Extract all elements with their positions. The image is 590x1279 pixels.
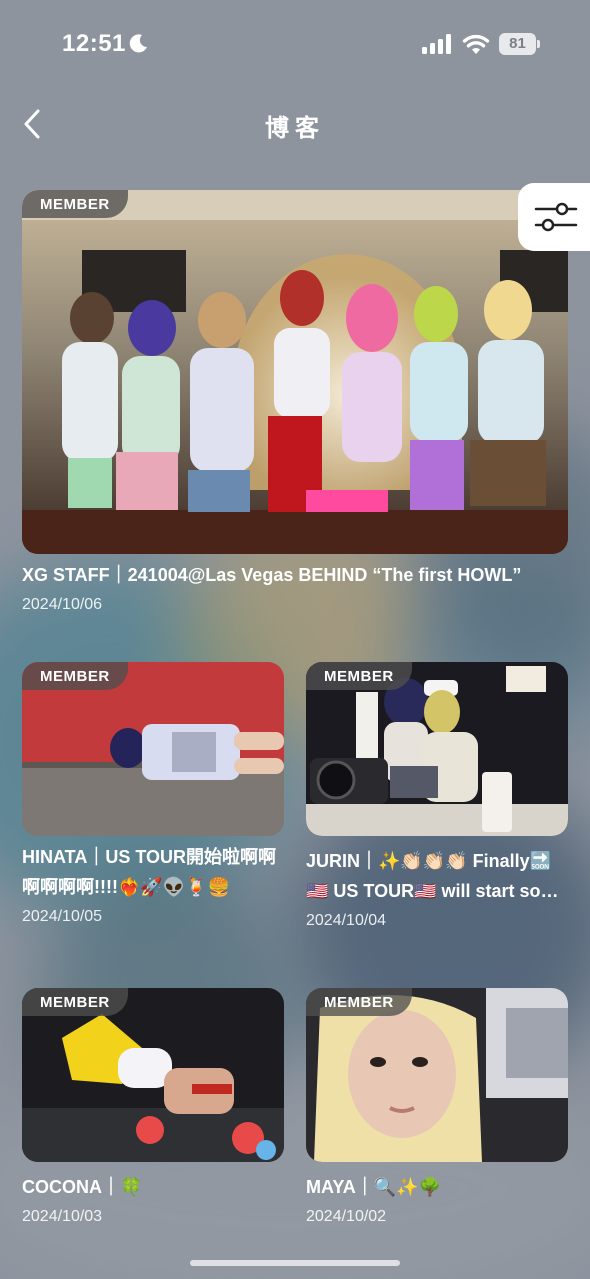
member-badge: MEMBER bbox=[306, 662, 412, 690]
cellular-signal-icon bbox=[422, 34, 451, 54]
post-date: 2024/10/06 bbox=[22, 596, 103, 613]
moon-icon bbox=[129, 34, 147, 53]
post-photo: MEMBER bbox=[306, 988, 568, 1162]
member-badge: MEMBER bbox=[22, 662, 128, 690]
member-badge: MEMBER bbox=[22, 988, 128, 1016]
member-badge: MEMBER bbox=[22, 190, 128, 218]
home-indicator bbox=[190, 1260, 400, 1266]
post-photo: MEMBER bbox=[22, 662, 284, 836]
blog-post-card[interactable]: MEMBER XG STAFF｜241004@Las Vegas BEHIND … bbox=[22, 190, 568, 620]
post-title: COCONA｜🍀 bbox=[22, 1177, 143, 1197]
blog-post-card[interactable]: MEMBER MAYA｜🔍✨🌳 2024/10/02 bbox=[306, 988, 568, 1228]
post-title-line2: 啊啊啊啊!!!!❤️‍🔥🚀👽🍹🍔 bbox=[22, 877, 231, 897]
status-time: 12:51 bbox=[62, 30, 126, 57]
member-badge: MEMBER bbox=[306, 988, 412, 1016]
post-title-line2: 🇺🇸 US TOUR🇺🇸 will start soon... bbox=[306, 881, 568, 901]
post-photo: MEMBER bbox=[22, 988, 284, 1162]
post-photo: MEMBER bbox=[306, 662, 568, 836]
status-bar: 12:51 81 bbox=[0, 0, 590, 90]
blog-post-card[interactable]: MEMBER JURIN｜✨👏🏻👏🏻👏🏻 Finally🔜 🇺🇸 US TOUR… bbox=[306, 662, 568, 942]
post-title: XG STAFF｜241004@Las Vegas BEHIND “The fi… bbox=[22, 565, 522, 585]
sliders-icon bbox=[534, 202, 578, 232]
blog-post-card[interactable]: MEMBER COCONA｜🍀 2024/10/03 bbox=[22, 988, 284, 1228]
battery-indicator: 81 bbox=[499, 33, 541, 55]
post-title: MAYA｜🔍✨🌳 bbox=[306, 1177, 441, 1197]
page-title: 博客 bbox=[265, 115, 325, 142]
post-date: 2024/10/03 bbox=[22, 1208, 103, 1225]
post-date: 2024/10/02 bbox=[306, 1208, 387, 1225]
post-title-line1: HINATA｜US TOUR開始啦啊啊 bbox=[22, 847, 276, 867]
post-date: 2024/10/05 bbox=[22, 908, 103, 925]
wifi-icon bbox=[462, 34, 490, 54]
filter-button[interactable] bbox=[518, 183, 590, 251]
battery-level: 81 bbox=[499, 33, 536, 55]
post-date: 2024/10/04 bbox=[306, 912, 387, 929]
blog-post-card[interactable]: MEMBER HINATA｜US TOUR開始啦啊啊 啊啊啊啊!!!!❤️‍🔥🚀… bbox=[22, 662, 284, 932]
post-title-line1: JURIN｜✨👏🏻👏🏻👏🏻 Finally🔜 bbox=[306, 851, 553, 871]
post-photo: MEMBER bbox=[22, 190, 568, 554]
